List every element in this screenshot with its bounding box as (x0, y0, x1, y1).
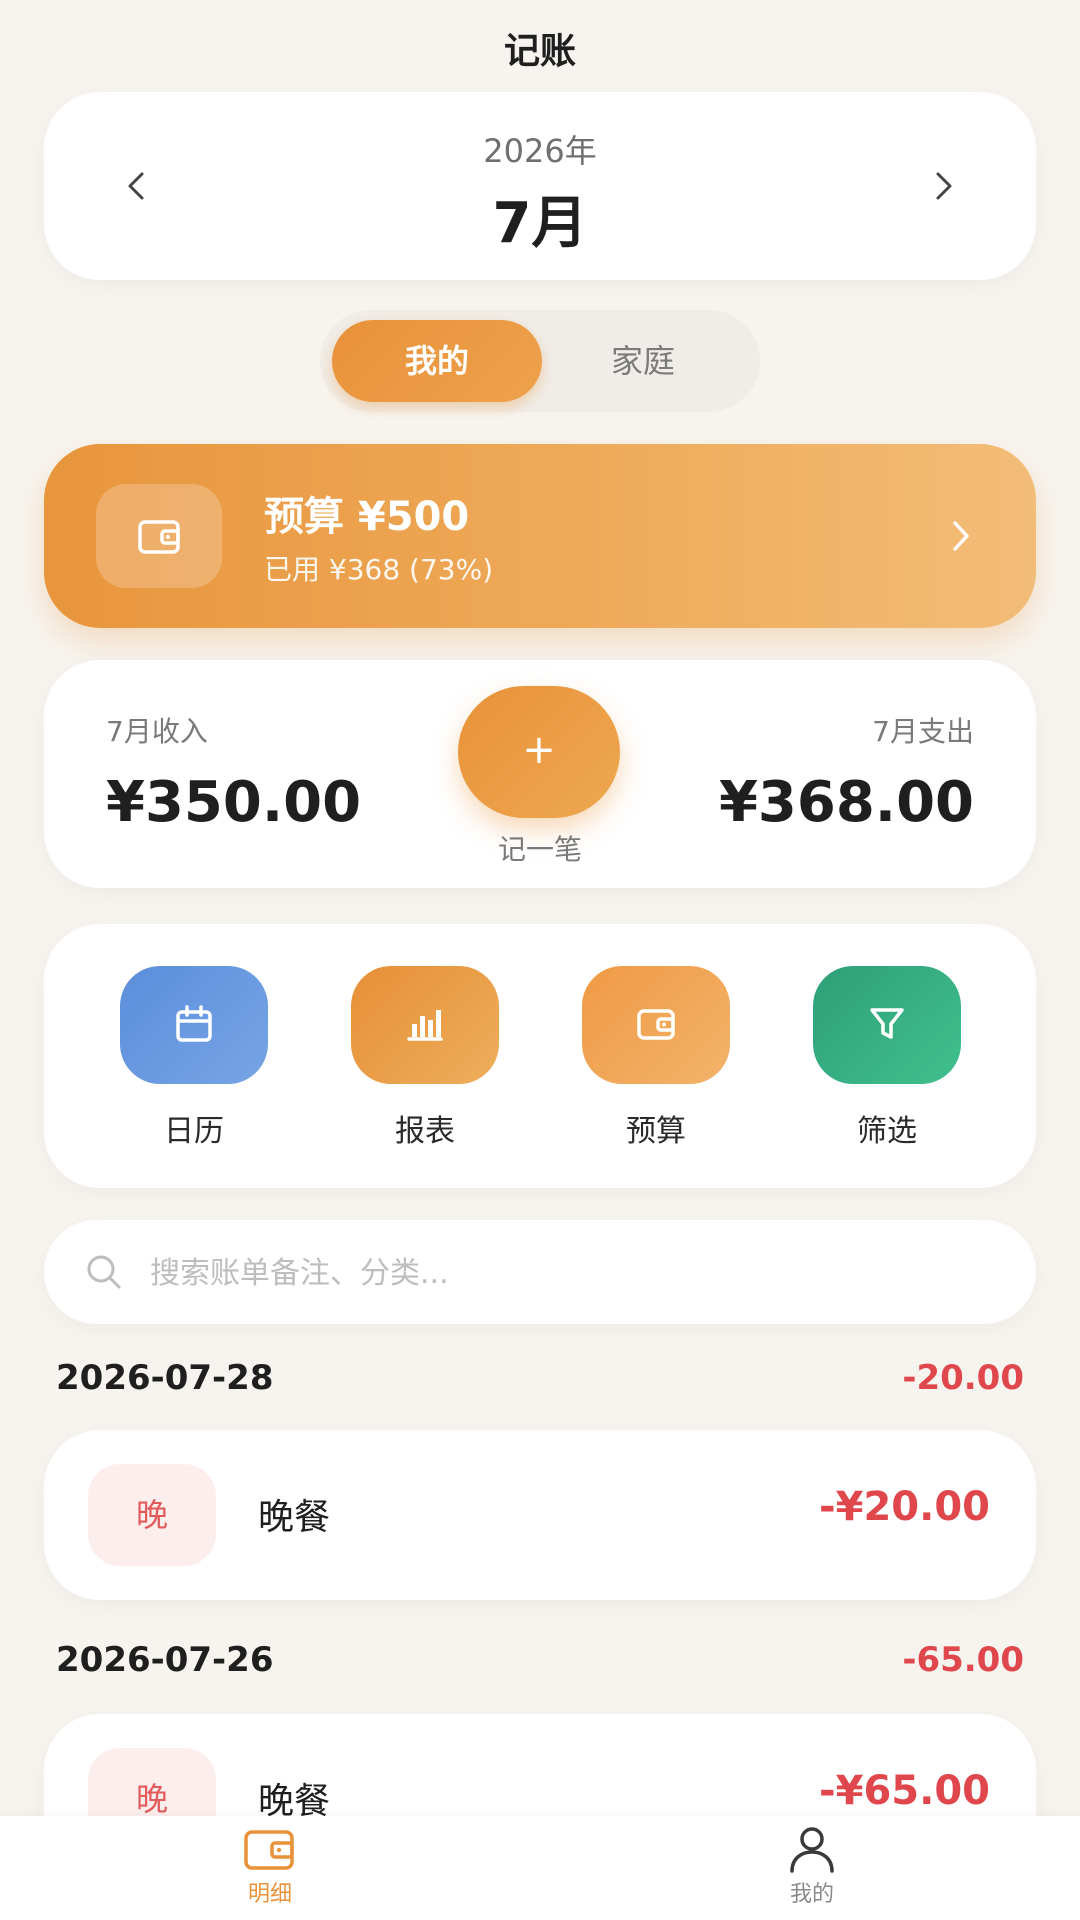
chevron-right-icon (953, 521, 969, 551)
income-label: 7月收入 (106, 715, 208, 748)
next-month-button[interactable] (928, 171, 958, 201)
calendar-label: 日历 (164, 1114, 224, 1149)
month-selector: 2026年 7月 (44, 92, 1036, 280)
wallet-icon (637, 1009, 675, 1040)
filter-button[interactable]: 筛选 (813, 966, 961, 1150)
list-item[interactable]: 晚 晚餐 -¥20.00 (44, 1430, 1036, 1600)
group-total: -20.00 (902, 1358, 1024, 1398)
add-record-button[interactable]: + (458, 686, 620, 818)
scope-toggle: 我的 家庭 (320, 310, 760, 412)
selected-month: 7月 (492, 191, 588, 256)
report-button[interactable]: 报表 (351, 966, 499, 1150)
tab-family[interactable]: 家庭 (538, 320, 748, 402)
search-icon (87, 1255, 121, 1289)
calendar-icon (176, 1005, 212, 1042)
expense-label: 7月支出 (872, 715, 974, 748)
nav-item-profile[interactable]: 我的 (712, 1816, 912, 1908)
expense-value: ¥368.00 (718, 770, 974, 835)
user-icon (790, 1827, 834, 1873)
budget-banner[interactable]: 预算 ¥500 已用 ¥368 (73%) (44, 444, 1036, 628)
quick-actions: 日历 报表 预算 筛选 (44, 924, 1036, 1188)
monthly-summary: 7月收入 ¥350.00 + 记一笔 7月支出 ¥368.00 (44, 660, 1036, 888)
budget-button[interactable]: 预算 (582, 966, 730, 1150)
group-date: 2026-07-26 (56, 1640, 274, 1680)
entry-amount: -¥20.00 (819, 1484, 990, 1530)
budget-wallet-badge (96, 484, 222, 588)
nav-item-details[interactable]: 明细 (170, 1816, 370, 1908)
report-label: 报表 (395, 1114, 455, 1149)
budget-used: 已用 ¥368 (73%) (264, 553, 494, 586)
entry-name: 晚餐 (258, 1497, 331, 1538)
tab-mine[interactable]: 我的 (332, 320, 542, 402)
nav-label: 明细 (247, 1882, 292, 1907)
group-date: 2026-07-28 (56, 1358, 274, 1398)
budget-amount: 预算 ¥500 (264, 494, 470, 540)
category-badge: 晚 (88, 1464, 216, 1566)
calendar-button[interactable]: 日历 (120, 966, 268, 1150)
income-value: ¥350.00 (106, 770, 362, 835)
entry-amount: -¥65.00 (819, 1768, 990, 1814)
chevron-right-icon (936, 172, 952, 200)
bottom-nav: 明细 我的 (0, 1816, 1080, 1920)
page-title: 记账 (503, 31, 576, 72)
bar-chart-icon (407, 1010, 443, 1041)
search-bar (44, 1220, 1036, 1324)
wallet-icon (244, 1830, 294, 1870)
search-input[interactable] (148, 1240, 972, 1306)
group-total: -65.00 (902, 1640, 1024, 1680)
wallet-icon (138, 520, 180, 554)
selected-year: 2026年 (483, 132, 597, 170)
filter-label: 筛选 (857, 1114, 917, 1149)
nav-label: 我的 (789, 1882, 834, 1907)
budget-label: 预算 (626, 1114, 686, 1149)
filter-icon (870, 1008, 904, 1039)
